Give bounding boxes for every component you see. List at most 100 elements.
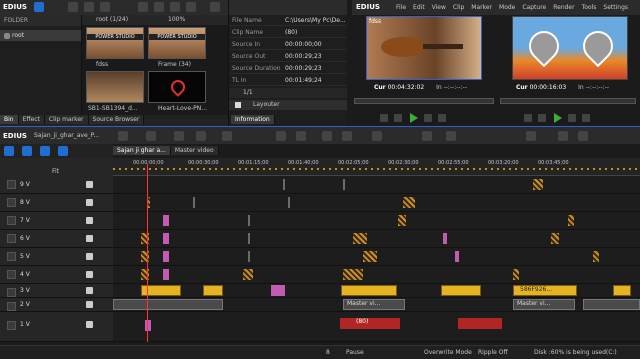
track-visible-icon[interactable]	[86, 287, 93, 294]
folder-view-icon[interactable]	[34, 2, 44, 12]
menu-tools[interactable]: Tools	[582, 4, 597, 11]
fast-forward-icon[interactable]	[438, 114, 446, 122]
track-visible-icon[interactable]	[86, 199, 93, 206]
track-toggle-icon[interactable]	[7, 216, 16, 225]
lane-1v[interactable]: (80)	[113, 312, 640, 342]
track-visible-icon[interactable]	[86, 181, 93, 188]
clip[interactable]	[145, 320, 151, 331]
lane-8v[interactable]	[113, 194, 640, 212]
track-toggle-icon[interactable]	[7, 321, 16, 330]
clip[interactable]	[248, 233, 250, 244]
source-monitor[interactable]: fdss	[366, 16, 482, 80]
clip[interactable]	[441, 285, 481, 296]
lane-4v[interactable]	[113, 266, 640, 284]
clip[interactable]	[353, 233, 367, 244]
track-visible-icon[interactable]	[86, 301, 93, 308]
clip[interactable]	[163, 233, 169, 244]
menu-capture[interactable]: Capture	[522, 4, 546, 11]
menu-mode[interactable]: Mode	[499, 4, 515, 11]
text-tool-icon[interactable]	[372, 131, 382, 141]
fit-dropdown[interactable]: Fit	[52, 168, 59, 175]
track-toggle-icon[interactable]	[7, 198, 16, 207]
clip-thumb-2[interactable]: POWER STUDIO	[148, 27, 206, 59]
cut-icon[interactable]	[322, 131, 332, 141]
delete-icon[interactable]	[186, 2, 196, 12]
lane-3v[interactable]: 586F926...	[113, 284, 640, 298]
folder-item-root[interactable]: root	[0, 30, 81, 41]
tab-information[interactable]: Information	[231, 115, 275, 124]
lane-9v[interactable]	[113, 176, 640, 194]
clip[interactable]	[583, 299, 640, 310]
clip-master-2[interactable]: Master vi...	[513, 299, 575, 310]
track-header-2v[interactable]: 2 V	[0, 298, 113, 312]
clip[interactable]	[343, 269, 363, 280]
new-sequence-icon[interactable]	[118, 131, 128, 141]
lane-5v[interactable]	[113, 248, 640, 266]
settings-icon[interactable]	[578, 131, 588, 141]
track-toggle-icon[interactable]	[7, 270, 16, 279]
lane-7v[interactable]	[113, 212, 640, 230]
add-clip-icon[interactable]	[100, 2, 110, 12]
menu-view[interactable]: View	[432, 4, 446, 11]
clip[interactable]	[193, 197, 195, 208]
clip-thumb-1[interactable]: POWER STUDIO	[86, 27, 144, 59]
fast-forward-icon[interactable]	[582, 114, 590, 122]
cut-icon[interactable]	[138, 2, 148, 12]
layouter-checkbox[interactable]	[235, 102, 241, 108]
paste-icon[interactable]	[170, 2, 180, 12]
clip[interactable]	[283, 179, 285, 190]
clip[interactable]	[363, 251, 377, 262]
clip[interactable]	[163, 251, 169, 262]
clip[interactable]	[148, 197, 150, 208]
clip[interactable]	[398, 215, 406, 226]
copy-icon[interactable]	[154, 2, 164, 12]
bin-zoom[interactable]: 100%	[168, 16, 185, 23]
clip[interactable]	[163, 215, 169, 226]
track-header-9v[interactable]: 9 V	[0, 176, 113, 194]
menu-clip[interactable]: Clip	[453, 4, 464, 11]
step-back-icon[interactable]	[538, 114, 546, 122]
clip[interactable]	[203, 285, 223, 296]
paste-icon[interactable]	[196, 131, 206, 141]
track-header-3v[interactable]: 3 V	[0, 284, 113, 298]
track-visible-icon[interactable]	[86, 271, 93, 278]
undo-icon[interactable]	[276, 131, 286, 141]
clip[interactable]	[513, 269, 519, 280]
render-icon[interactable]	[558, 131, 568, 141]
clip[interactable]	[593, 251, 599, 262]
tab-sequence-master[interactable]: Master video	[170, 146, 219, 155]
lane-2v[interactable]: Master vi... Master vi...	[113, 298, 640, 312]
rewind-icon[interactable]	[524, 114, 532, 122]
tab-source-browser[interactable]: Source Browser	[88, 115, 145, 124]
playhead[interactable]	[147, 164, 148, 342]
track-header-5v[interactable]: 5 V	[0, 248, 113, 266]
clip[interactable]	[568, 215, 574, 226]
clip[interactable]	[113, 299, 223, 310]
track-visible-icon[interactable]	[86, 217, 93, 224]
track-visible-icon[interactable]	[86, 321, 93, 328]
up-folder-icon[interactable]	[84, 2, 94, 12]
program-scrubber[interactable]	[500, 98, 636, 104]
track-visible-icon[interactable]	[86, 253, 93, 260]
menu-edit[interactable]: Edit	[413, 4, 425, 11]
mode-icon-3[interactable]	[40, 146, 50, 156]
ripple-icon[interactable]	[222, 131, 232, 141]
track-toggle-icon[interactable]	[7, 288, 16, 297]
play-icon[interactable]	[554, 113, 562, 123]
clip[interactable]	[533, 179, 543, 190]
clip-80[interactable]: (80)	[340, 318, 400, 329]
program-monitor[interactable]	[512, 16, 628, 80]
marker-icon[interactable]	[446, 131, 456, 141]
track-header-1v[interactable]: 1 V	[0, 312, 113, 342]
clip[interactable]	[248, 251, 250, 262]
clip-586f926[interactable]: 586F926...	[513, 285, 577, 296]
step-forward-icon[interactable]	[424, 114, 432, 122]
clip[interactable]	[443, 233, 447, 244]
clip[interactable]	[403, 197, 415, 208]
tab-sequence-1[interactable]: Sajan ji ghar a...	[113, 146, 171, 155]
step-forward-icon[interactable]	[568, 114, 576, 122]
mode-icon-1[interactable]	[4, 146, 14, 156]
track-toggle-icon[interactable]	[7, 234, 16, 243]
menu-settings[interactable]: Settings	[603, 4, 628, 11]
clip[interactable]	[163, 269, 169, 280]
